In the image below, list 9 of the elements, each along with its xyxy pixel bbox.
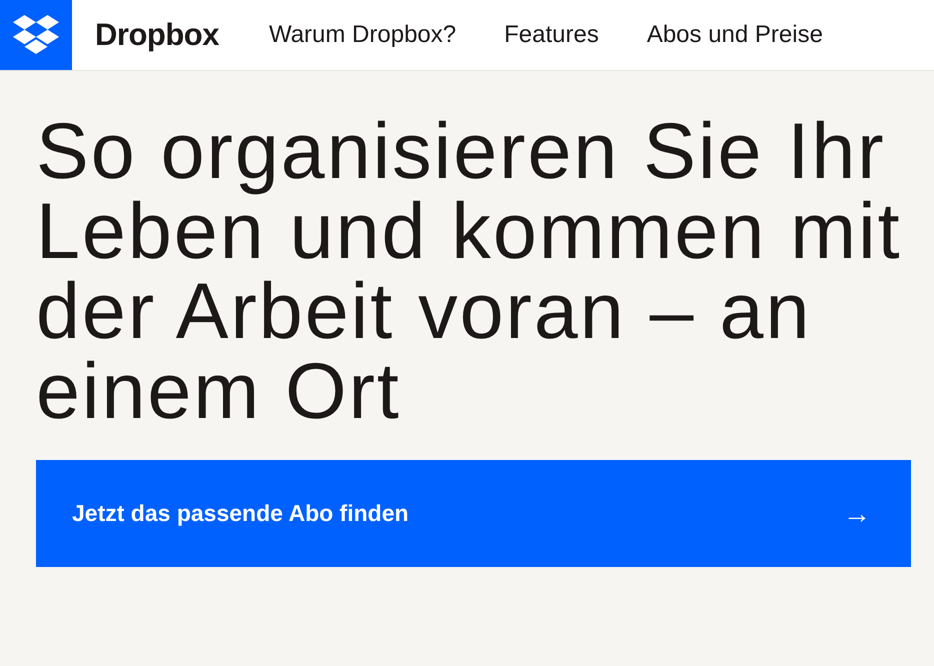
nav-link[interactable]: Features — [480, 21, 623, 49]
logo-tile[interactable] — [0, 0, 72, 70]
arrow-icon: → — [843, 498, 871, 530]
cta-button[interactable]: Jetzt das passende Abo finden → — [36, 460, 911, 567]
brand-name[interactable]: Dropbox — [95, 17, 219, 53]
nav-link[interactable]: Abos und Preise — [622, 21, 847, 49]
nav-link[interactable]: Warum Dropbox? — [244, 21, 480, 49]
hero-heading: So organisieren Sie Ihr Leben und kommen mit der Arbeit voran – an einem Ort — [36, 111, 903, 431]
box-logo-icon — [13, 15, 59, 55]
